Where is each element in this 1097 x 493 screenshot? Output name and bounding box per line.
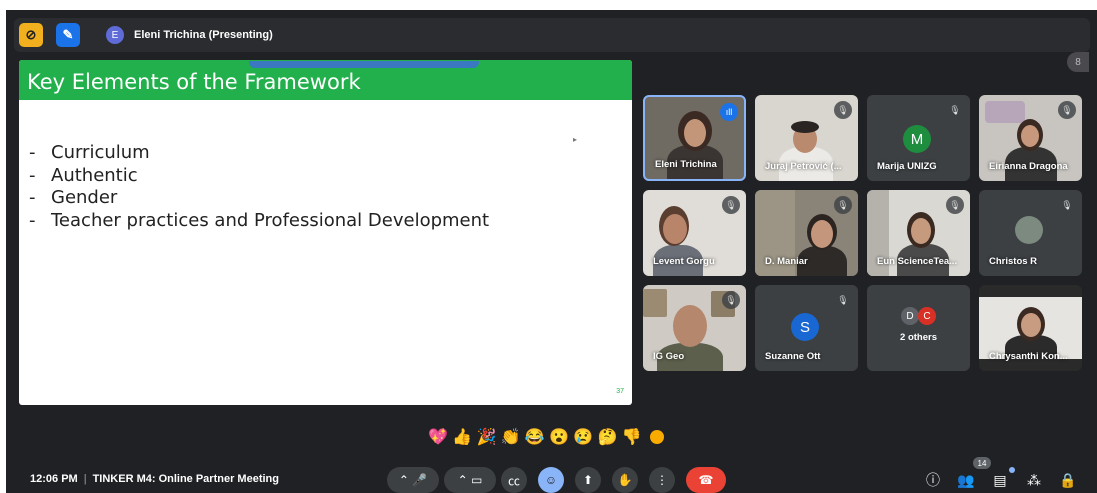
participant-tile[interactable]: 🎙 D. Maniar xyxy=(755,190,858,276)
meeting-info: 12:06 PM | TINKER M4: Online Partner Meeti… xyxy=(30,473,279,485)
meeting-details-icon[interactable]: ⓘ xyxy=(923,470,943,490)
participant-tile-others[interactable]: D C 2 others xyxy=(867,285,970,371)
window-frame: ⊘ ✎ E Eleni Trichina (Presenting) 8 Key … xyxy=(0,0,1097,493)
mic-icon: 🎤 xyxy=(412,473,428,487)
mic-off-icon: 🎙 xyxy=(837,294,849,305)
slide-header: Key Elements of the Framework xyxy=(19,60,632,100)
mouse-cursor-icon: ▸ xyxy=(573,135,578,144)
participant-name: Juraj Petrović (... xyxy=(765,161,842,172)
meeting-title: TINKER M4: Online Partner Meeting xyxy=(92,473,279,485)
raise-hand-button[interactable]: ✋ xyxy=(612,467,638,493)
captions-icon: ㏄ xyxy=(507,473,520,488)
presentation-slide: Key Elements of the Framework Curriculum… xyxy=(19,60,632,405)
reaction-thumbs-up-button[interactable]: 👍 xyxy=(450,427,474,447)
participant-tile[interactable]: 🎙 Levent Gorgu xyxy=(643,190,746,276)
mic-off-icon: 🎙 xyxy=(1061,199,1073,210)
participant-tile[interactable]: 🎙 Juraj Petrović (... xyxy=(755,95,858,181)
whiteboard-icon[interactable]: ✎ xyxy=(56,23,80,47)
reaction-thinking-button[interactable]: 🤔 xyxy=(595,427,619,447)
mic-off-icon: 🎙 xyxy=(946,196,964,214)
camera-icon: ▭ xyxy=(471,473,483,487)
reaction-thumbs-down-button[interactable]: 👎 xyxy=(620,427,644,447)
top-bar: ⊘ ✎ E Eleni Trichina (Presenting) xyxy=(14,18,1090,52)
chevron-up-icon: ⌃ xyxy=(457,473,468,487)
participant-tile[interactable]: 🎙 Eun ScienceTea... xyxy=(867,190,970,276)
reaction-sad-button[interactable]: 😢 xyxy=(571,427,595,447)
reactions-bar: 💖 👍 🎉 👏 😂 😮 😢 🤔 👎 xyxy=(426,424,726,450)
meeting-time: 12:06 PM xyxy=(30,473,78,485)
slide-bullet: Curriculum xyxy=(29,142,489,165)
slide-toolbar xyxy=(249,61,479,68)
reaction-laugh-button[interactable]: 😂 xyxy=(523,427,547,447)
slide-bullet-list: Curriculum Authentic Gender Teacher prac… xyxy=(29,142,489,232)
participant-avatar: C xyxy=(918,307,936,325)
participant-tile[interactable]: ıll Eleni Trichina xyxy=(643,95,746,181)
stop-presenting-icon[interactable]: ⊘ xyxy=(19,23,43,47)
chevron-up-icon: ⌃ xyxy=(398,473,409,487)
captions-button[interactable]: ㏄ xyxy=(501,467,527,493)
skin-tone-icon[interactable] xyxy=(649,430,664,444)
mic-off-icon: 🎙 xyxy=(722,196,740,214)
participant-tile[interactable]: 🎙 IG Geo xyxy=(643,285,746,371)
reaction-heart-button[interactable]: 💖 xyxy=(426,427,450,447)
corner-badge[interactable]: 8 xyxy=(1067,52,1089,72)
mic-off-icon: 🎙 xyxy=(834,101,852,119)
participant-tile[interactable]: M 🎙 Marija UNIZG xyxy=(867,95,970,181)
participant-name: Suzanne Ott xyxy=(765,351,821,362)
hang-up-icon: ☎ xyxy=(698,473,714,487)
participant-name: Eun ScienceTea... xyxy=(877,256,958,267)
mic-off-icon: 🎙 xyxy=(834,196,852,214)
present-icon: ⬆ xyxy=(582,473,594,487)
more-vert-icon: ⋮ xyxy=(656,473,668,487)
participant-name: D. Maniar xyxy=(765,256,808,267)
participant-tile[interactable]: 🎙 Eirianna Dragona xyxy=(979,95,1082,181)
microphone-button[interactable]: ⌃ 🎤 xyxy=(387,467,439,493)
slide-title: Key Elements of the Framework xyxy=(27,70,361,94)
separator: | xyxy=(83,473,87,485)
smiley-icon: ☺ xyxy=(544,473,558,487)
participant-name: Christos R xyxy=(989,256,1038,267)
reaction-surprised-button[interactable]: 😮 xyxy=(547,427,571,447)
participant-avatar xyxy=(1015,216,1043,244)
participant-name: IG Geo xyxy=(653,351,685,362)
chat-notification-dot xyxy=(1009,467,1015,473)
present-screen-button[interactable]: ⬆ xyxy=(575,467,601,493)
participant-name: Levent Gorgu xyxy=(653,256,715,267)
camera-button[interactable]: ⌃ ▭ xyxy=(444,467,496,493)
participant-tile[interactable]: Chrysanthi Kon... xyxy=(979,285,1082,371)
meeting-stage: ⊘ ✎ E Eleni Trichina (Presenting) 8 Key … xyxy=(6,10,1097,493)
reaction-clap-button[interactable]: 👏 xyxy=(499,427,523,447)
slide-bullet: Authentic xyxy=(29,165,489,188)
people-icon[interactable]: 👥 xyxy=(956,470,976,490)
participant-name: Chrysanthi Kon... xyxy=(989,351,1068,362)
chat-icon[interactable]: ▤ xyxy=(990,470,1010,490)
participant-avatar: S xyxy=(791,313,819,341)
emoji-reactions-button[interactable]: ☺ xyxy=(538,467,564,493)
participant-tile[interactable]: 🎙 Christos R xyxy=(979,190,1082,276)
mic-off-icon: 🎙 xyxy=(949,104,961,115)
slide-bullet: Teacher practices and Professional Devel… xyxy=(29,210,489,233)
mic-off-icon: 🎙 xyxy=(1058,101,1076,119)
slide-bullet: Gender xyxy=(29,187,489,210)
speaking-indicator-icon: ıll xyxy=(720,103,738,121)
hand-icon: ✋ xyxy=(617,473,633,487)
people-count-badge: 14 xyxy=(973,457,991,469)
others-label: 2 others xyxy=(900,332,937,343)
participant-tile[interactable]: S 🎙 Suzanne Ott xyxy=(755,285,858,371)
host-controls-icon[interactable]: 🔒 xyxy=(1058,470,1078,490)
end-call-button[interactable]: ☎ xyxy=(686,467,726,493)
participant-name: Eirianna Dragona xyxy=(989,161,1068,172)
presenter-chip[interactable]: E Eleni Trichina (Presenting) xyxy=(106,23,276,47)
slide-page-number: 37 xyxy=(616,388,624,395)
participant-avatar: M xyxy=(903,125,931,153)
participant-avatar: D xyxy=(901,307,919,325)
more-options-button[interactable]: ⋮ xyxy=(649,467,675,493)
participant-name: Eleni Trichina xyxy=(655,159,717,170)
mic-off-icon: 🎙 xyxy=(722,291,740,309)
presenter-label: Eleni Trichina (Presenting) xyxy=(134,29,273,41)
reaction-party-button[interactable]: 🎉 xyxy=(474,427,498,447)
presenter-avatar: E xyxy=(106,26,124,44)
participant-name: Marija UNIZG xyxy=(877,161,937,172)
activities-icon[interactable]: ⁂ xyxy=(1024,470,1044,490)
